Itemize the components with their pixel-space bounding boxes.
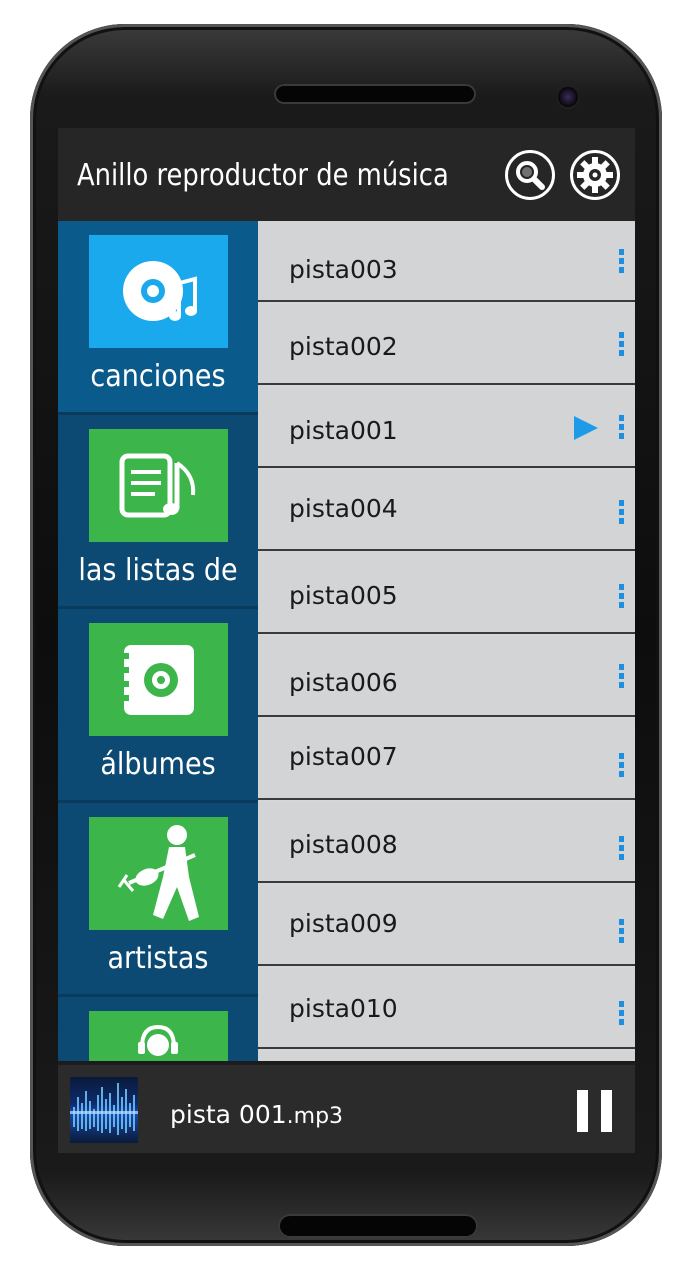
category-nav: canciones las listas de álbumes artistas	[58, 221, 258, 1061]
track-name: pista010	[289, 994, 398, 1023]
music-disc-icon	[89, 235, 228, 348]
track-row[interactable]: pista006	[258, 636, 635, 717]
nav-item-canciones[interactable]: canciones	[58, 221, 258, 415]
search-icon	[516, 161, 545, 190]
track-list: pista003 pista002 pista001 pista004 pist…	[258, 221, 635, 1061]
nav-tile-extra	[89, 1011, 228, 1061]
track-row[interactable]: pista005	[258, 553, 635, 634]
phone-home-bar	[278, 1214, 478, 1238]
track-row[interactable]: pista004	[258, 470, 635, 551]
nav-tile-canciones	[89, 235, 228, 348]
track-name: pista003	[289, 255, 398, 284]
track-row[interactable]: pista003	[258, 221, 635, 302]
now-playing-title-ext: .mp3	[286, 1104, 344, 1129]
nav-label: artistas	[107, 941, 209, 976]
now-playing-icon	[574, 416, 598, 440]
nav-tile-artistas	[89, 817, 228, 930]
track-menu-button[interactable]	[617, 415, 627, 443]
album-icon	[89, 623, 228, 736]
nav-tile-listas	[89, 429, 228, 542]
track-name: pista008	[289, 830, 398, 859]
headphones-person-icon	[89, 1011, 228, 1061]
track-name: pista007	[289, 742, 398, 771]
track-row[interactable]: pista008	[258, 802, 635, 883]
nav-label: álbumes	[100, 747, 216, 782]
nav-label: las listas de	[78, 553, 238, 588]
track-menu-button[interactable]	[617, 249, 627, 277]
pause-icon	[577, 1090, 588, 1132]
album-art-thumbnail	[70, 1077, 138, 1143]
phone-camera	[558, 87, 578, 107]
now-playing-title: pista 001.mp3	[170, 1100, 343, 1129]
app-header: Anillo reproductor de música	[58, 128, 635, 221]
now-playing-bar[interactable]: pista 001.mp3	[58, 1061, 635, 1153]
track-menu-button[interactable]	[617, 753, 627, 781]
track-menu-button[interactable]	[617, 500, 627, 528]
track-name: pista002	[289, 332, 398, 361]
track-row[interactable]: pista009	[258, 885, 635, 966]
track-name: pista005	[289, 581, 398, 610]
equalizer-artwork-icon	[70, 1083, 138, 1135]
nav-item-extra[interactable]	[58, 997, 258, 1061]
phone-speaker	[274, 84, 476, 104]
nav-tile-albumes	[89, 623, 228, 736]
track-row-playing[interactable]: pista001	[258, 387, 635, 468]
track-row[interactable]: pista007	[258, 719, 635, 800]
track-menu-button[interactable]	[617, 664, 627, 692]
nav-label: canciones	[90, 359, 226, 394]
track-menu-button[interactable]	[617, 836, 627, 864]
track-menu-button[interactable]	[617, 919, 627, 947]
app-screen: Anillo reproductor de música canciones l…	[58, 128, 635, 1153]
track-menu-button[interactable]	[617, 584, 627, 612]
track-menu-button[interactable]	[617, 332, 627, 360]
artist-guitar-icon	[89, 817, 228, 930]
pause-button[interactable]	[577, 1090, 613, 1132]
track-menu-button[interactable]	[617, 1001, 627, 1029]
track-name: pista004	[289, 494, 398, 523]
track-name: pista006	[289, 668, 398, 697]
settings-button[interactable]	[570, 150, 620, 200]
track-row[interactable]: pista010	[258, 968, 635, 1049]
search-button[interactable]	[505, 150, 555, 200]
nav-item-albumes[interactable]: álbumes	[58, 609, 258, 803]
nav-item-artistas[interactable]: artistas	[58, 803, 258, 997]
app-title: Anillo reproductor de música	[77, 158, 449, 193]
track-row[interactable]	[258, 1051, 635, 1061]
playlist-icon	[89, 429, 228, 542]
track-name: pista009	[289, 909, 398, 938]
track-name: pista001	[289, 416, 398, 445]
now-playing-title-main: pista 001	[170, 1100, 287, 1129]
nav-item-listas[interactable]: las listas de	[58, 415, 258, 609]
gear-icon	[577, 157, 613, 193]
track-row[interactable]: pista002	[258, 304, 635, 385]
